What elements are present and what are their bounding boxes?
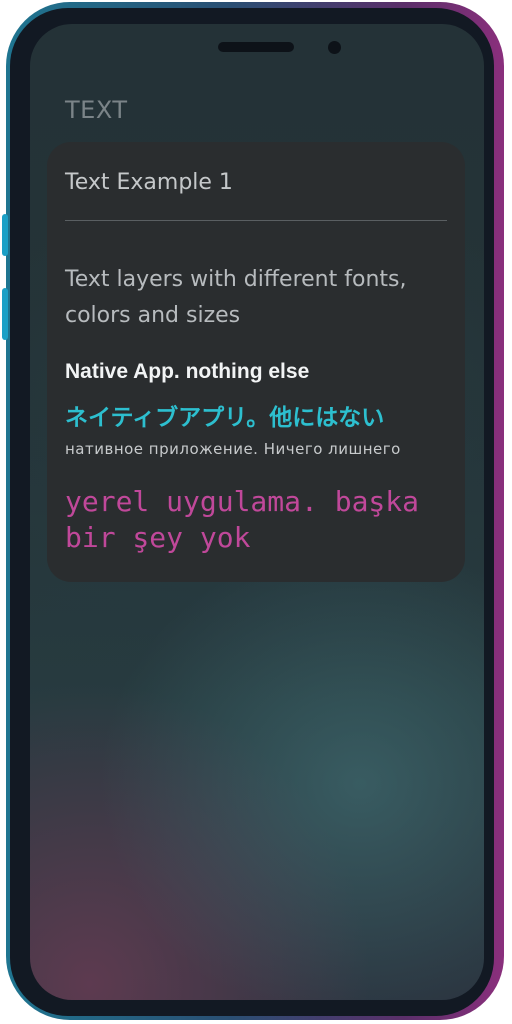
volume-up-button	[2, 214, 8, 256]
phone-screen: TEXT Text Example 1 Text layers with dif…	[30, 24, 484, 1000]
russian-sample-text: нативное приложение. Ничего лишнего	[65, 440, 401, 458]
volume-down-button	[2, 288, 8, 340]
card-title: Text Example 1	[65, 170, 233, 195]
text-example-card: Text Example 1 Text layers with differen…	[47, 142, 465, 582]
english-sample-text: Native App. nothing else	[65, 360, 310, 383]
japanese-sample-text: ネイティブアプリ。他にはない	[65, 405, 385, 431]
card-description: Text layers with different fonts, colors…	[65, 267, 407, 328]
divider	[65, 220, 447, 221]
front-camera	[328, 41, 341, 54]
turkish-sample-text: yerel uygulama. başka bir şey yok	[65, 485, 420, 554]
speaker-grille	[218, 42, 294, 52]
section-title: TEXT	[65, 96, 128, 124]
